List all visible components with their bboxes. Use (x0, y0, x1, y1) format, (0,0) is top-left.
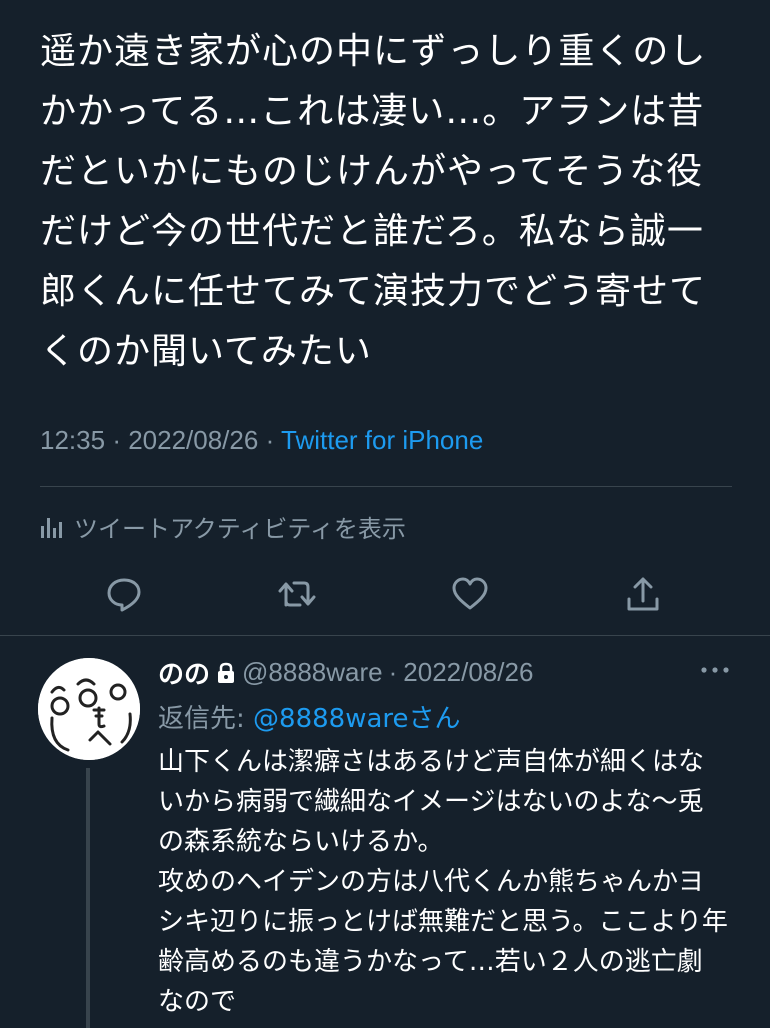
tweet-source-link[interactable]: Twitter for iPhone (281, 425, 483, 455)
avatar[interactable] (38, 658, 140, 760)
replying-suffix: さん (408, 704, 461, 734)
lock-icon (218, 662, 235, 683)
share-button[interactable] (621, 572, 665, 616)
retweet-button[interactable] (275, 572, 319, 616)
share-icon (627, 577, 659, 611)
meta-separator: · (388, 657, 398, 687)
replying-handle-link[interactable]: @8888ware (253, 704, 408, 734)
tweet-activity-link[interactable]: ツイートアクティビティを表示 (40, 508, 406, 544)
more-icon (701, 667, 729, 673)
meta-separator: · (112, 425, 129, 455)
replying-prefix: 返信先: (158, 704, 245, 734)
tweet-time: 12:35 (40, 425, 106, 455)
meta-separator: · (265, 425, 281, 455)
comment-icon (107, 578, 141, 612)
reply-author-handle[interactable]: @8888ware (242, 657, 383, 688)
more-button[interactable] (700, 660, 730, 679)
tweet-text: 遥か遠き家が心の中にずっしり重くのしかかってる…これは凄い…。アランは昔だといか… (40, 31, 707, 372)
like-button[interactable] (448, 572, 492, 616)
activity-label: ツイートアクティビティを表示 (74, 514, 406, 543)
reply-date: 2022/08/26 (403, 657, 534, 687)
tweet-date: 2022/08/26 (128, 425, 259, 455)
reply-header: のの @8888ware · 2022/08/26 (158, 654, 533, 691)
reply-button[interactable] (102, 572, 146, 616)
reply-author-name[interactable]: のの (158, 654, 210, 691)
replying-to: 返信先: @8888wareさん (158, 698, 461, 735)
reply-tweet[interactable]: のの @8888ware · 2022/08/26 返信先: @8888ware… (0, 636, 770, 1028)
avatar-face-illustration (38, 658, 140, 760)
tweet-action-bar (0, 572, 770, 622)
retweet-icon (278, 581, 316, 607)
tweet-meta: 12:35 · 2022/08/26 · Twitter for iPhone (40, 425, 483, 456)
divider (40, 486, 732, 487)
thread-line (86, 768, 90, 1028)
reply-text: 山下くんは潔癖さはあるけど声自体が細くはないから病弱で繊細なイメージはないのよな… (158, 747, 728, 1017)
heart-icon (452, 577, 488, 610)
bar-chart-icon (41, 518, 62, 538)
